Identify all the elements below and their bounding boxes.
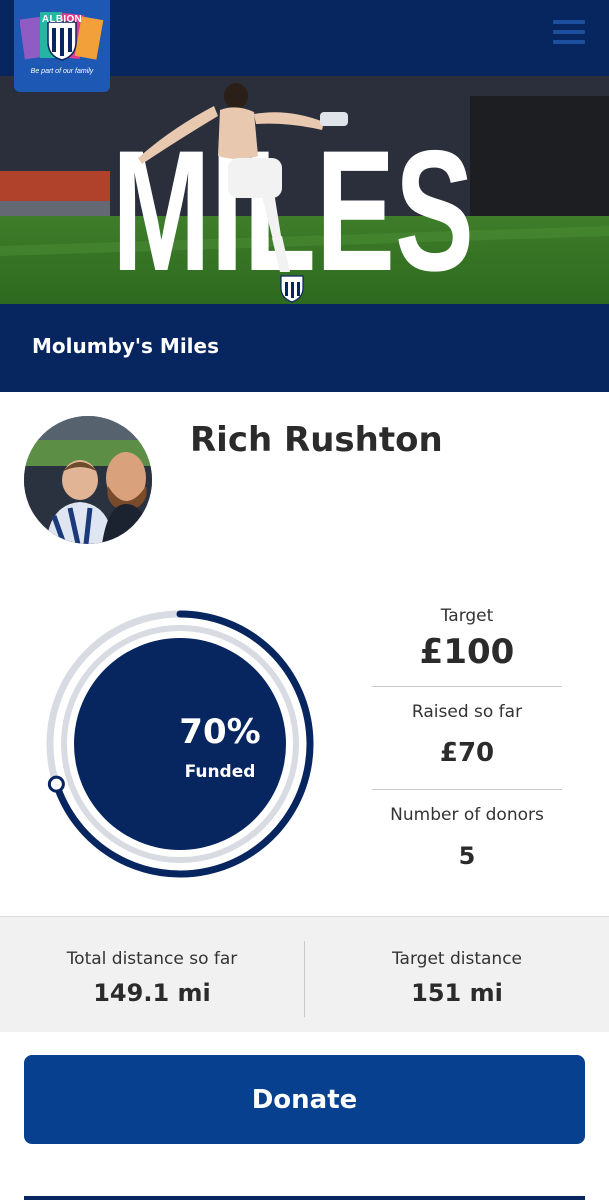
progress-ring: 70% Funded (40, 602, 330, 892)
progress-knob (47, 775, 65, 793)
percent-funded: 70% (179, 712, 261, 752)
hero-banner: MILES (0, 76, 609, 304)
donate-button[interactable]: Donate (24, 1055, 585, 1144)
target-distance-label: Target distance (391, 949, 523, 969)
raised-value: £70 (439, 738, 495, 768)
target-distance: Target distance 151 mi (305, 917, 609, 1033)
hamburger-menu-icon[interactable] (553, 20, 585, 48)
logo-tagline: Be part of our family (30, 68, 94, 75)
target-value: £100 (419, 632, 515, 672)
stats-divider (372, 686, 562, 687)
target-distance-value: 151 mi (411, 979, 503, 1007)
hero-image: MILES (0, 76, 609, 304)
albion-foundation-logo[interactable]: ALBION Be part of our family (14, 0, 110, 92)
target-label: Target (440, 606, 494, 626)
funding-progress: 70% Funded Target £100 Raised so far £70… (0, 592, 609, 916)
total-distance: Total distance so far 149.1 mi (0, 917, 304, 1033)
donors-value: 5 (458, 842, 476, 870)
fundraiser-name: Rich Rushton (190, 420, 443, 460)
profile-photo (24, 416, 152, 544)
fundraiser-profile: Rich Rushton (0, 392, 609, 592)
campaign-title: Molumby's Miles (32, 334, 220, 358)
avatar (24, 416, 152, 544)
raised-label: Raised so far (411, 702, 523, 722)
distance-summary: Total distance so far 149.1 mi Target di… (0, 916, 609, 1032)
donors-label: Number of donors (390, 805, 544, 825)
donate-footer: Donate (0, 1032, 609, 1200)
logo-brand-text: ALBION (41, 14, 83, 25)
total-distance-value: 149.1 mi (93, 979, 211, 1007)
funded-label: Funded (184, 762, 256, 782)
stats-divider (372, 789, 562, 790)
total-distance-label: Total distance so far (66, 949, 238, 969)
campaign-banner: Molumby's Miles (0, 304, 609, 392)
bottom-strip (24, 1196, 585, 1200)
